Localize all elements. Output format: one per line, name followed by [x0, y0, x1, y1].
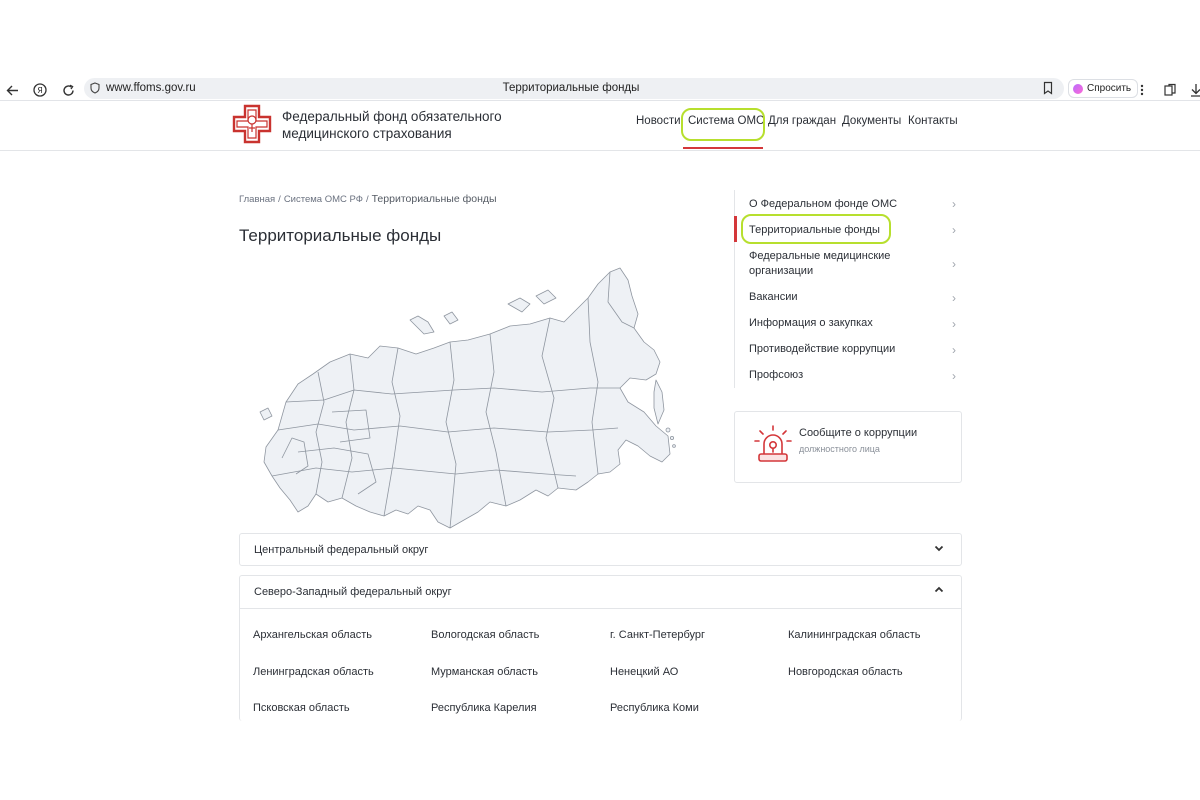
- sidebar-item-label: О Федеральном фонде ОМС: [749, 198, 898, 210]
- sidebar-item-about-fund[interactable]: О Федеральном фонде ОМС ›: [735, 190, 962, 216]
- sidebar-item-label: Территориальные фонды: [749, 224, 880, 236]
- chevron-right-icon: ›: [952, 257, 956, 271]
- chevron-right-icon: ›: [952, 317, 956, 331]
- nav-for-citizens[interactable]: Для граждан: [768, 115, 836, 127]
- sidebar-item-label: Информация о закупках: [749, 317, 873, 329]
- map-sakhalin: [653, 379, 665, 425]
- district-accordion-northwest: Северо-Западный федеральный округ Арханг…: [239, 575, 962, 721]
- map-landmass: [263, 267, 671, 529]
- breadcrumb-home[interactable]: Главная: [239, 194, 275, 205]
- region-link[interactable]: Новгородская область: [788, 666, 903, 678]
- siren-icon: [753, 424, 793, 466]
- chevron-right-icon: ›: [952, 369, 956, 383]
- nav-news[interactable]: Новости: [636, 115, 681, 127]
- map-islands: [507, 297, 531, 313]
- sidebar-item-procurement[interactable]: Информация о закупках ›: [735, 310, 962, 336]
- map-islands: [672, 444, 676, 448]
- breadcrumb-separator: /: [278, 194, 281, 205]
- sidebar-item-label: Вакансии: [749, 291, 798, 303]
- org-name-line2: медицинского страхования: [282, 126, 452, 141]
- svg-text:Я: Я: [37, 86, 43, 95]
- map-islands: [443, 311, 459, 325]
- accordion-header-central[interactable]: Центральный федеральный округ: [240, 534, 961, 566]
- region-link[interactable]: Ненецкий АО: [610, 666, 678, 678]
- reload-icon[interactable]: [60, 82, 76, 98]
- accordion-header-northwest[interactable]: Северо-Западный федеральный округ: [240, 576, 961, 608]
- chevron-up-icon: [933, 584, 945, 596]
- map-islands: [409, 315, 435, 335]
- report-corruption-card[interactable]: Сообщите о коррупции должностного лица: [734, 411, 962, 483]
- map-kaliningrad: [259, 407, 273, 421]
- district-name: Центральный федеральный округ: [254, 544, 429, 556]
- site-header: Федеральный фонд обязательного медицинск…: [0, 101, 1200, 151]
- chevron-down-icon: [933, 542, 945, 554]
- sidebar-item-vacancies[interactable]: Вакансии ›: [735, 284, 962, 310]
- extension-icon[interactable]: [1162, 82, 1178, 98]
- browser-toolbar: Я www.ffoms.gov.ru Территориальные фонды…: [0, 78, 1200, 101]
- sidebar-item-federal-medical-orgs[interactable]: Федеральные медицинские организации ›: [735, 242, 962, 284]
- region-link[interactable]: Вологодская область: [431, 629, 539, 641]
- chevron-right-icon: ›: [952, 197, 956, 211]
- sidebar-item-trade-union[interactable]: Профсоюз ›: [735, 362, 962, 388]
- district-name: Северо-Западный федеральный округ: [254, 586, 452, 598]
- logo-cross-icon[interactable]: [232, 104, 272, 144]
- ask-assistant-button[interactable]: Спросить: [1068, 79, 1139, 98]
- menu-dots-icon[interactable]: [1134, 82, 1150, 98]
- report-corruption-title: Сообщите о коррупции: [799, 427, 918, 439]
- chevron-right-icon: ›: [952, 223, 956, 237]
- nav-oms-system[interactable]: Система ОМС: [688, 115, 764, 127]
- sidebar-item-territorial-funds[interactable]: Территориальные фонды ›: [734, 216, 962, 242]
- breadcrumb-oms-system[interactable]: Система ОМС РФ: [284, 194, 363, 205]
- nav-documents[interactable]: Документы: [842, 115, 901, 127]
- shield-icon: [90, 82, 100, 97]
- map-islands: [535, 289, 557, 305]
- ask-button-label: Спросить: [1087, 83, 1132, 94]
- district-accordion-central: Центральный федеральный округ: [239, 533, 962, 566]
- org-name-line1: Федеральный фонд обязательного: [282, 109, 502, 124]
- nav-contacts[interactable]: Контакты: [908, 115, 958, 127]
- chevron-right-icon: ›: [952, 343, 956, 357]
- sidebar-item-label: организации: [749, 265, 814, 277]
- breadcrumb-separator: /: [365, 194, 369, 205]
- region-link[interactable]: Республика Коми: [610, 702, 699, 714]
- sidebar-item-anti-corruption[interactable]: Противодействие коррупции ›: [735, 336, 962, 362]
- breadcrumb: Главная / Система ОМС РФ / Территориальные ф…: [239, 193, 497, 205]
- map-islands: [665, 427, 671, 433]
- report-corruption-subtitle: должностного лица: [799, 444, 880, 454]
- download-icon[interactable]: [1188, 82, 1200, 98]
- assistant-icon: [1073, 83, 1083, 94]
- bookmark-icon[interactable]: [1042, 81, 1054, 95]
- nav-active-indicator: [683, 147, 763, 149]
- page-title: Территориальные фонды: [239, 226, 442, 245]
- map-islands: [669, 435, 674, 440]
- breadcrumb-current: Территориальные фонды: [371, 193, 497, 205]
- chevron-right-icon: ›: [952, 291, 956, 305]
- sidebar-item-label: Федеральные медицинские: [749, 250, 891, 262]
- region-link[interactable]: г. Санкт-Петербург: [610, 629, 705, 641]
- sidebar-menu: О Федеральном фонде ОМС › Территориальны…: [734, 190, 962, 388]
- region-link[interactable]: Архангельская область: [253, 629, 372, 641]
- org-name[interactable]: Федеральный фонд обязательного медицинск…: [282, 108, 522, 142]
- yandex-icon[interactable]: Я: [32, 82, 48, 98]
- sidebar-item-label: Противодействие коррупции: [749, 343, 896, 355]
- region-link[interactable]: Республика Карелия: [431, 702, 537, 714]
- region-link[interactable]: Калининградская область: [788, 629, 920, 641]
- region-link[interactable]: Мурманская область: [431, 666, 538, 678]
- address-bar[interactable]: [84, 78, 1064, 99]
- back-icon[interactable]: [4, 82, 20, 98]
- sidebar-item-label: Профсоюз: [749, 369, 804, 381]
- region-link[interactable]: Псковская область: [253, 702, 350, 714]
- russia-regions-map[interactable]: [258, 262, 678, 532]
- region-list: Архангельская область Вологодская област…: [240, 608, 961, 720]
- url-text[interactable]: www.ffoms.gov.ru: [106, 82, 196, 94]
- region-link[interactable]: Ленинградская область: [253, 666, 374, 678]
